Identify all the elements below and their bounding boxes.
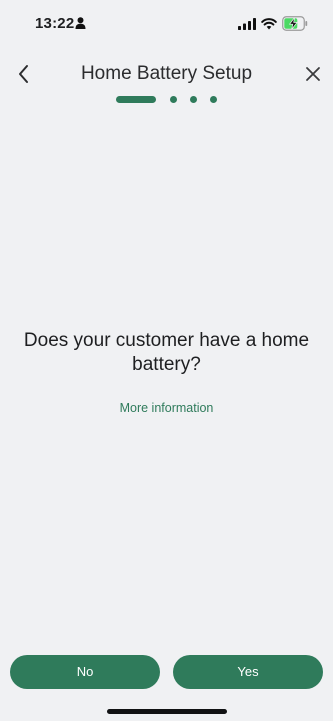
yes-button[interactable]: Yes — [173, 655, 323, 689]
person-icon — [75, 17, 86, 29]
status-bar: 13:22 — [0, 0, 333, 48]
signal-icon — [238, 18, 256, 30]
chevron-left-icon — [19, 65, 28, 83]
wifi-icon — [261, 18, 277, 30]
home-indicator[interactable] — [107, 709, 227, 714]
progress-step-dot — [210, 96, 217, 103]
progress-step-active — [116, 96, 156, 103]
no-button[interactable]: No — [10, 655, 160, 689]
battery-charging-icon — [282, 16, 308, 31]
page-title: Home Battery Setup — [80, 63, 253, 84]
status-time: 13:22 — [35, 15, 75, 32]
progress-step-dot — [190, 96, 197, 103]
more-information-link[interactable]: More information — [0, 401, 333, 415]
navigation-bar: Home Battery Setup — [0, 55, 333, 95]
close-icon — [306, 67, 320, 81]
progress-step-dot — [170, 96, 177, 103]
close-button[interactable] — [302, 61, 324, 87]
step-progress-indicator — [0, 96, 333, 106]
question-text: Does your customer have a home battery? — [23, 330, 310, 375]
back-button[interactable] — [12, 61, 36, 87]
